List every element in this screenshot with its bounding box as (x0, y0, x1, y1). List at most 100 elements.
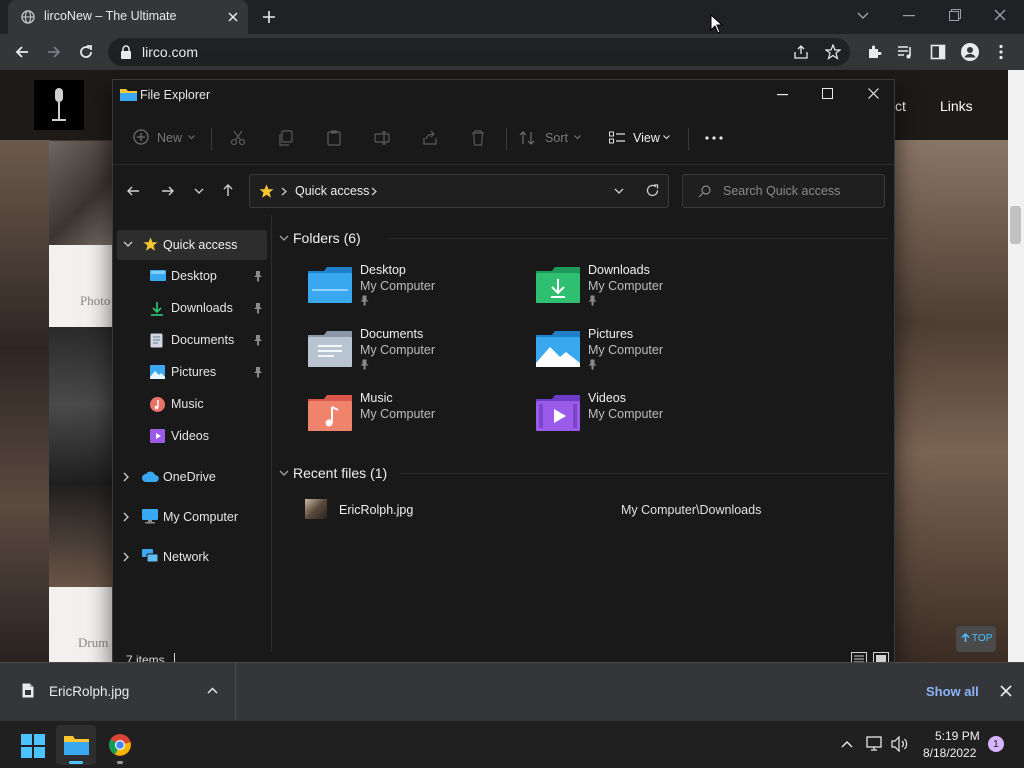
close-download-bar-icon[interactable] (1000, 685, 1012, 697)
folders-collapse-chevron-icon[interactable] (279, 235, 289, 241)
chevron-right-icon[interactable] (123, 472, 129, 482)
side-panel-icon[interactable] (930, 44, 946, 60)
address-history-chevron-icon[interactable] (614, 188, 624, 194)
breadcrumb-quick-access[interactable]: Quick access (295, 184, 369, 198)
folder-tile-downloads[interactable]: Downloads My Computer (536, 263, 756, 319)
fe-back-icon[interactable] (126, 184, 140, 198)
back-icon[interactable] (14, 44, 30, 60)
nav-item-pictures[interactable]: Pictures (113, 358, 271, 388)
clock-time[interactable]: 5:19 PM (935, 729, 980, 743)
site-logo[interactable] (34, 80, 84, 130)
recent-file-row[interactable]: EricRolph.jpg My Computer\Downloads (299, 495, 889, 527)
folder-name: Desktop (360, 263, 406, 277)
close-tab-icon[interactable] (227, 11, 239, 23)
site-nav-links[interactable]: Links (940, 98, 973, 114)
folder-tile-documents[interactable]: Documents My Computer (308, 327, 528, 383)
close-window-icon[interactable] (994, 9, 1006, 21)
up-arrow-icon[interactable] (221, 183, 235, 197)
folder-tile-pictures[interactable]: Pictures My Computer (536, 327, 756, 383)
notification-badge[interactable]: 1 (988, 736, 1004, 752)
search-box[interactable]: Search Quick access (682, 174, 885, 208)
nav-item-label: Desktop (171, 269, 217, 283)
forward-icon[interactable] (46, 44, 62, 60)
profile-avatar-icon[interactable] (960, 42, 980, 62)
rename-icon[interactable] (374, 130, 390, 146)
cut-icon[interactable] (230, 130, 246, 146)
nav-item-onedrive[interactable]: OneDrive (113, 462, 271, 492)
clock-date[interactable]: 8/18/2022 (923, 746, 976, 760)
nav-item-desktop[interactable]: Desktop (113, 262, 271, 292)
chevron-right-icon[interactable] (123, 552, 129, 562)
chrome-icon (109, 734, 131, 756)
page-scrollbar[interactable] (1008, 70, 1024, 662)
pin-icon[interactable] (253, 302, 263, 314)
extensions-icon[interactable] (866, 44, 882, 60)
nav-item-documents[interactable]: Documents (113, 326, 271, 356)
restore-icon[interactable] (949, 9, 961, 21)
folder-tile-music[interactable]: Music My Computer (308, 391, 528, 447)
chevron-down-icon[interactable] (123, 241, 133, 247)
tab-title: lircoNew – The Ultimate (44, 9, 177, 23)
nav-quick-access[interactable]: Quick access (117, 230, 267, 260)
network-tray-icon[interactable] (866, 736, 884, 752)
delete-icon[interactable] (470, 130, 486, 146)
browser-tab[interactable]: lircoNew – The Ultimate (8, 0, 248, 34)
copy-icon[interactable] (278, 130, 294, 146)
nav-item-network[interactable]: Network (113, 542, 271, 572)
recent-files-section-header[interactable]: Recent files (1) (293, 465, 387, 481)
nav-item-my-computer[interactable]: My Computer (113, 502, 271, 532)
view-button[interactable]: View (607, 124, 675, 152)
folder-tile-videos[interactable]: Videos My Computer (536, 391, 756, 447)
nav-item-label: Documents (171, 333, 235, 347)
download-item[interactable]: EricRolph.jpg (0, 663, 236, 720)
fe-maximize-icon[interactable] (822, 88, 833, 99)
fe-forward-icon[interactable] (161, 184, 175, 198)
share-icon-fe[interactable] (422, 130, 438, 146)
volume-icon[interactable] (891, 736, 909, 752)
running-app-indicator (117, 761, 123, 764)
pin-icon[interactable] (253, 366, 263, 378)
reload-icon[interactable] (78, 44, 94, 60)
fe-minimize-icon[interactable] (777, 94, 788, 96)
search-placeholder: Search Quick access (723, 184, 841, 198)
share-icon[interactable] (793, 45, 809, 59)
address-breadcrumb-bar[interactable]: Quick access (249, 174, 669, 208)
kebab-menu-icon[interactable] (999, 44, 1003, 60)
windows-start-icon[interactable] (21, 734, 45, 758)
nav-item-downloads[interactable]: Downloads (113, 294, 271, 324)
paste-icon[interactable] (326, 130, 342, 146)
folder-name: Pictures (588, 327, 634, 341)
new-tab-icon[interactable] (262, 10, 276, 24)
sort-button[interactable]: Sort (517, 124, 583, 152)
show-hidden-icons-chevron-icon[interactable] (841, 740, 853, 748)
chevron-right-icon[interactable] (123, 512, 129, 522)
refresh-icon[interactable] (646, 184, 659, 197)
recent-collapse-chevron-icon[interactable] (279, 470, 289, 476)
show-all-downloads-link[interactable]: Show all (926, 684, 979, 699)
taskbar-file-explorer[interactable] (56, 725, 96, 765)
folders-section-header[interactable]: Folders (6) (293, 230, 361, 246)
tab-search-chevron-icon[interactable] (857, 11, 869, 21)
fe-close-icon[interactable] (868, 88, 879, 99)
media-controls-icon[interactable] (897, 44, 913, 60)
page-scrollbar-thumb[interactable] (1010, 206, 1021, 244)
breadcrumb-chevron-icon[interactable] (371, 187, 377, 196)
chevron-up-icon[interactable] (207, 687, 218, 694)
folder-tile-desktop[interactable]: Desktop My Computer (308, 263, 528, 319)
address-bar[interactable]: lirco.com (108, 38, 850, 66)
nav-item-label: Network (163, 550, 209, 564)
minimize-icon[interactable] (903, 15, 915, 17)
pin-icon[interactable] (253, 270, 263, 282)
more-options-icon[interactable] (705, 136, 723, 140)
lock-icon[interactable] (120, 45, 132, 59)
nav-item-videos[interactable]: Videos (113, 422, 271, 452)
folder-location: My Computer (360, 279, 436, 293)
new-button[interactable]: New (131, 124, 197, 152)
back-to-top-button[interactable]: TOP (956, 626, 996, 652)
site-nav-partial[interactable]: ct (895, 98, 906, 114)
recent-locations-chevron-icon[interactable] (194, 188, 204, 194)
taskbar-chrome[interactable] (100, 725, 140, 765)
nav-item-music[interactable]: Music (113, 390, 271, 420)
bookmark-star-icon[interactable] (825, 44, 841, 60)
pin-icon[interactable] (253, 334, 263, 346)
